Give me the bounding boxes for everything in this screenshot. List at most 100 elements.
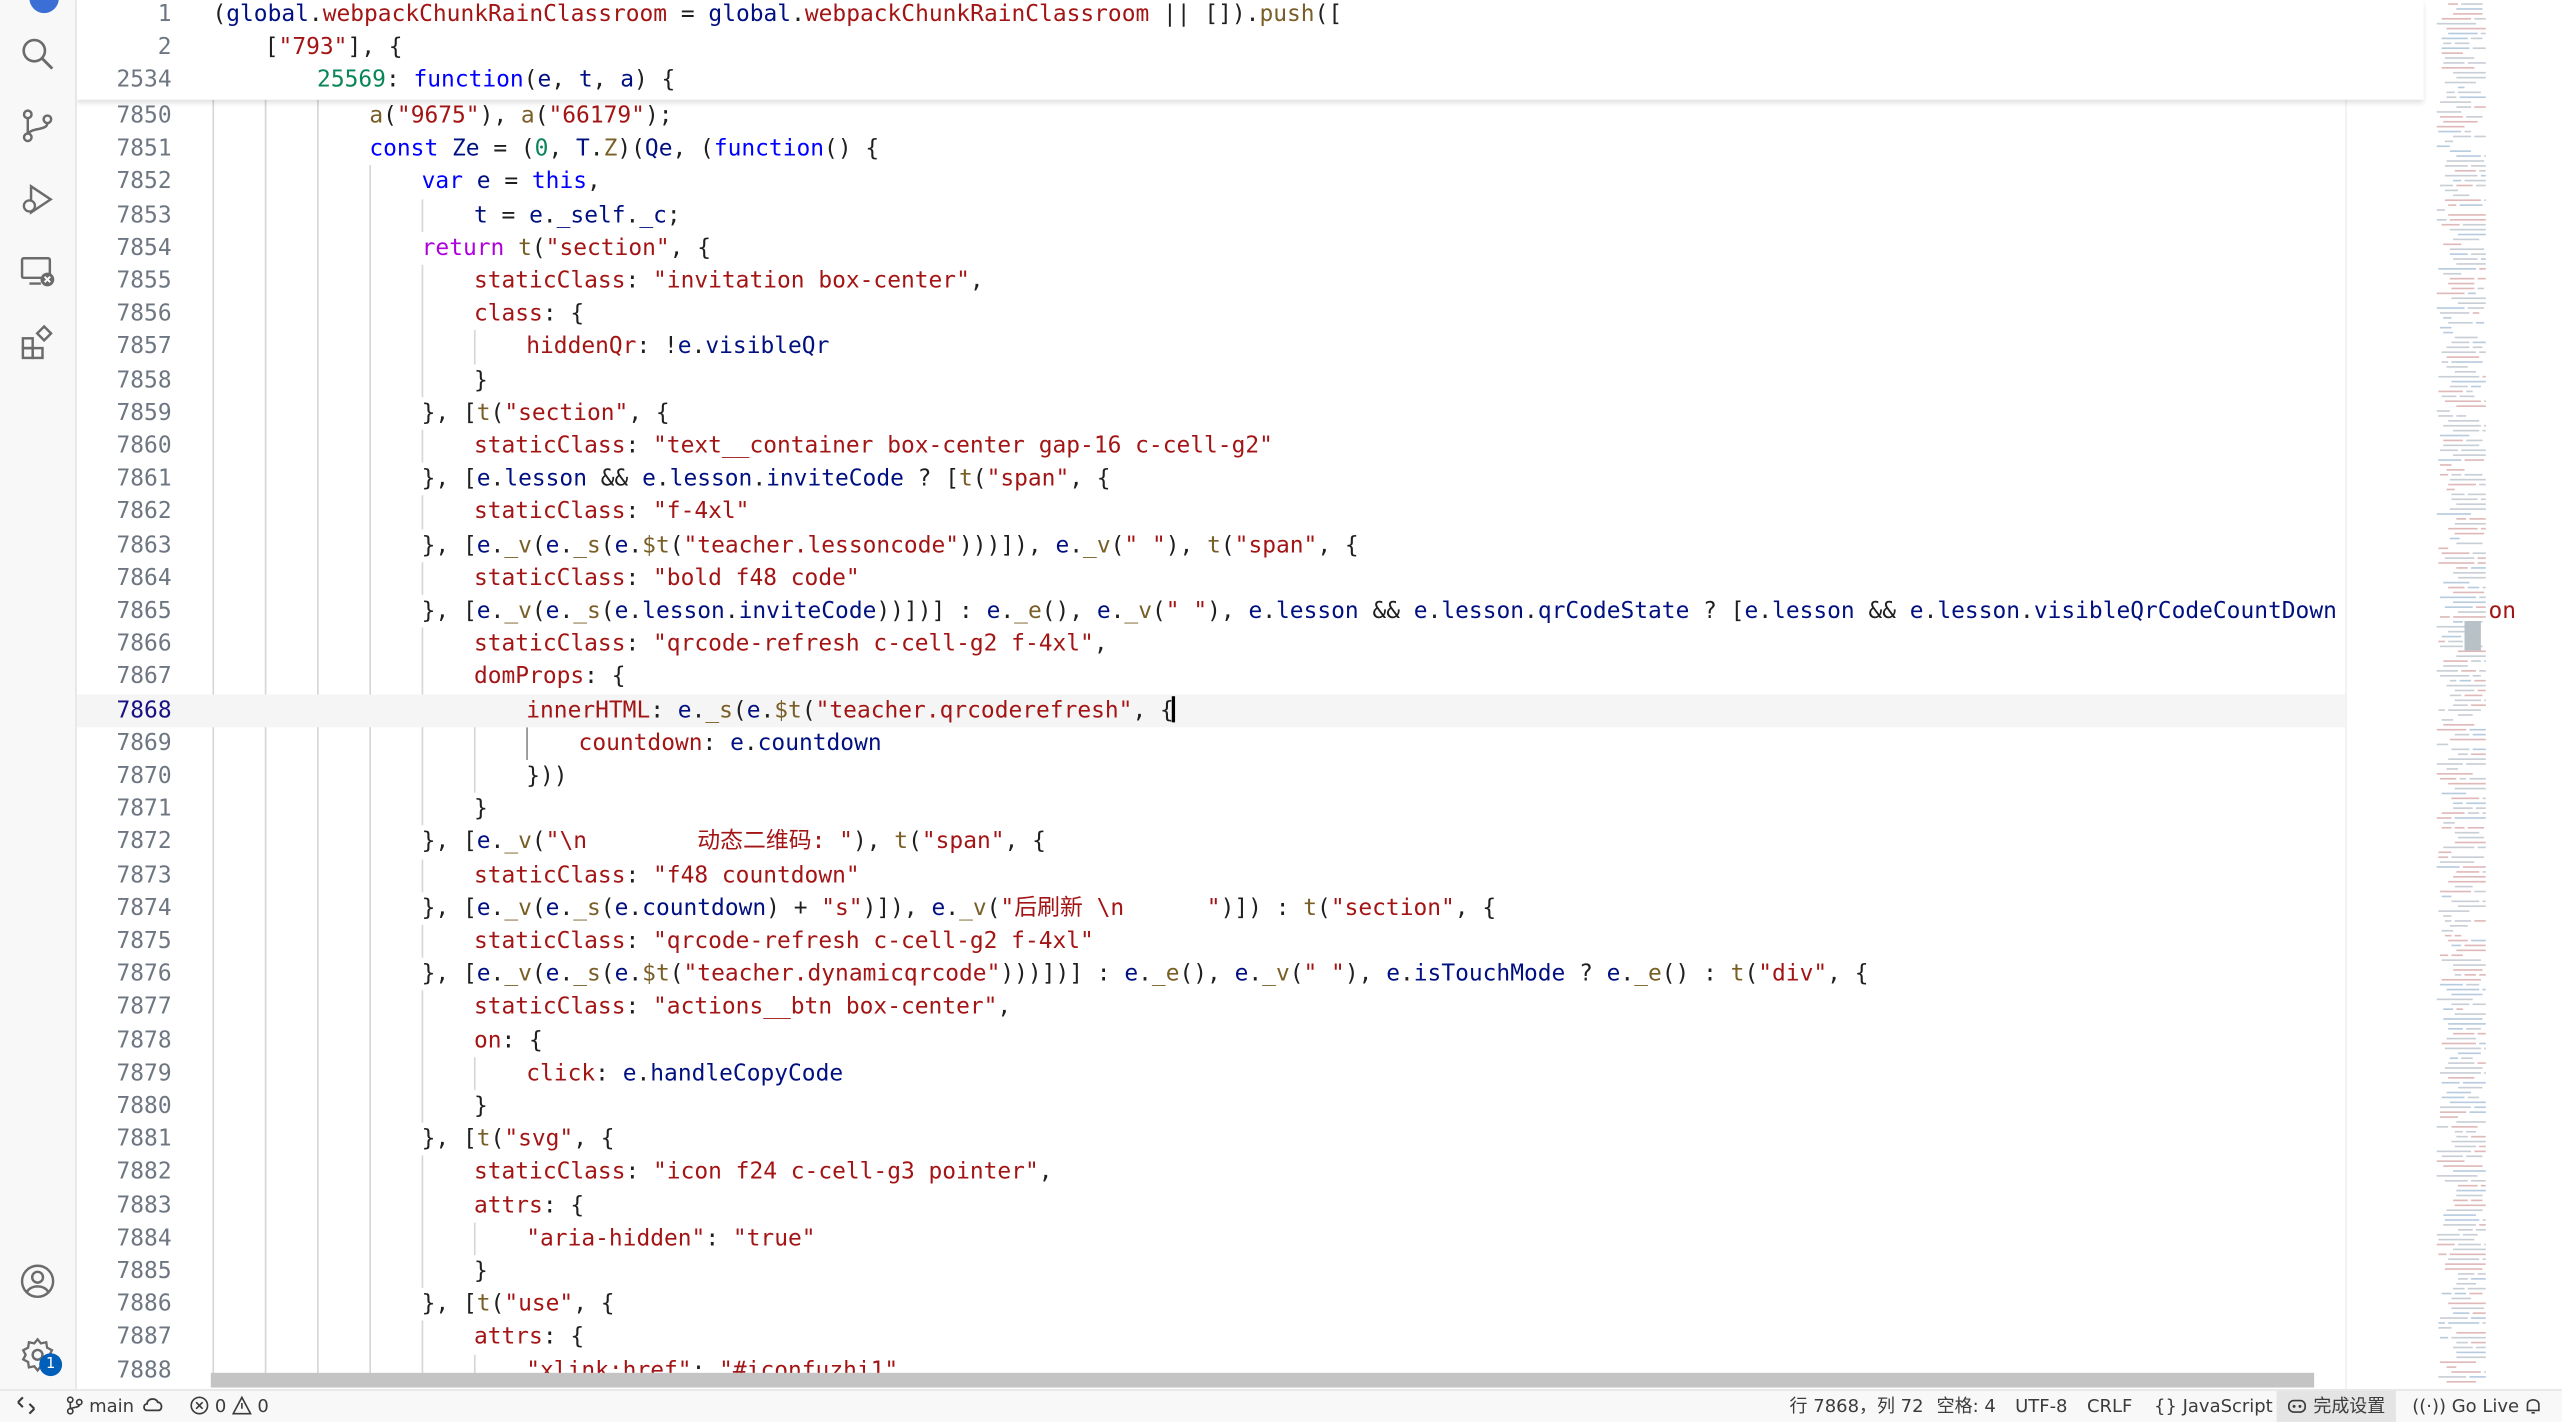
code-token: staticClass [473, 499, 626, 526]
code-line[interactable]: 7876}, [e._v(e._s(e.$t("teacher.dynamicq… [77, 958, 2424, 991]
source-control-icon[interactable] [18, 106, 57, 145]
code-line[interactable]: 7853 t = e._self._c; [77, 199, 2424, 232]
code-line[interactable]: 7857 hiddenQr: !e.visibleQr [77, 331, 2424, 364]
sticky-line[interactable]: 2 ["793"], { [77, 31, 2424, 64]
code-token: visibleQr [705, 334, 830, 361]
code-token: "section" [504, 400, 629, 427]
horizontal-scrollbar[interactable] [210, 1372, 2315, 1388]
remote-explorer-icon[interactable] [18, 252, 57, 291]
notifications-icon[interactable] [2523, 1391, 2543, 1422]
language-mode[interactable]: {} JavaScript [2154, 1391, 2273, 1422]
minimap-line [2443, 243, 2462, 246]
problems-status[interactable]: 0 0 [190, 1391, 269, 1422]
code-line[interactable]: 7850 a("9675"), a("66179"); [77, 100, 2424, 133]
search-icon[interactable] [18, 34, 57, 73]
code-line[interactable]: 7861}, [e.lesson && e.lesson.inviteCode … [77, 463, 2424, 496]
sync-icon[interactable] [142, 1391, 165, 1422]
minimap-line [2448, 483, 2476, 486]
copilot-status[interactable]: 完成设置 [2276, 1390, 2396, 1422]
code-token: : { [542, 1192, 585, 1219]
remote-icon[interactable] [16, 1391, 36, 1422]
code-line[interactable]: 7851 const Ze = (0, T.Z)(Qe, (function() … [77, 133, 2424, 166]
minimap-line [2449, 679, 2457, 682]
eol-status[interactable]: CRLF [2087, 1391, 2132, 1422]
minimap-line [2449, 537, 2460, 540]
code-line[interactable]: 7871} [77, 793, 2424, 826]
code-line[interactable]: 7882 staticClass: "icon f24 c-cell-g3 poi… [77, 1156, 2424, 1189]
minimap-line [2436, 292, 2465, 295]
minimap-line [2474, 1106, 2486, 1109]
code-token: "text__container box-center gap-16 c-cel… [653, 433, 1273, 460]
extensions-icon[interactable] [18, 324, 57, 363]
minimap-line [2446, 768, 2458, 770]
cursor-position[interactable]: 行 7868，列 72 [1790, 1391, 1924, 1422]
code-line[interactable]: 7885} [77, 1255, 2424, 1288]
sticky-line[interactable]: 1 (global.webpackChunkRainClassroom = glo… [77, 0, 2424, 31]
code-line[interactable]: 7872}, [e._v("\n 动态二维码: "), t("span", { [77, 826, 2424, 859]
minimap-line [2482, 812, 2486, 814]
code-line[interactable]: 7877 staticClass: "actions__btn box-cente… [77, 991, 2424, 1024]
code-line[interactable]: 7881}, [t("svg", { [77, 1123, 2424, 1156]
code-line[interactable]: 7875 staticClass: "qrcode-refresh c-cell-… [77, 925, 2424, 958]
minimap-line [2441, 52, 2463, 54]
minimap-line [2469, 518, 2486, 520]
minimap-slider[interactable] [2464, 621, 2481, 651]
code-line[interactable]: 7858} [77, 364, 2424, 397]
code-line[interactable]: 7865}, [e._v(e._s(e.lesson.inviteCode))]… [77, 595, 2516, 628]
minimap[interactable] [2345, 0, 2488, 1390]
code-line[interactable]: 7883 attrs: { [77, 1189, 2424, 1222]
minimap-line [2471, 704, 2486, 707]
code-line[interactable]: 7873 staticClass: "f48 countdown" [77, 859, 2424, 892]
code-token: ( [1744, 961, 1759, 988]
indentation-status[interactable]: 空格: 4 [1937, 1391, 1996, 1422]
code-line[interactable]: 7866 staticClass: "qrcode-refresh c-cell-… [77, 628, 2424, 661]
code-token: t [518, 235, 532, 262]
code-line[interactable]: 7884 "aria-hidden": "true" [77, 1222, 2424, 1255]
code-token: . [691, 697, 706, 724]
code-line[interactable]: 7859}, [t("section", { [77, 397, 2424, 430]
encoding-status[interactable]: UTF-8 [2015, 1391, 2067, 1422]
code-token: inviteCode [738, 598, 877, 625]
code-token: _v [1124, 598, 1152, 625]
code-line[interactable]: 7870})) [77, 760, 2424, 793]
code-line[interactable]: 7879 click: e.handleCopyCode [77, 1057, 2424, 1090]
account-icon[interactable] [18, 1262, 57, 1301]
run-debug-icon[interactable] [18, 180, 57, 219]
code-line[interactable]: 7874}, [e._v(e._s(e.countdown) + "s")]),… [77, 892, 2424, 925]
minimap-line [2441, 17, 2472, 20]
sticky-scroll-header[interactable]: 1 (global.webpackChunkRainClassroom = glo… [76, 0, 2424, 100]
minimap-line [2457, 753, 2468, 756]
go-live-button[interactable]: ((·)) Go Live [2412, 1391, 2519, 1422]
code-token: " " [1124, 532, 1166, 559]
minimap-line [2443, 272, 2462, 275]
code-line[interactable]: 7867 domProps: { [77, 661, 2424, 694]
code-line[interactable]: 7855 staticClass: "invitation box-center"… [77, 265, 2424, 298]
code-token: e [1096, 598, 1111, 625]
minimap-line [2443, 915, 2452, 917]
minimap-line [2438, 562, 2475, 564]
minimap-line [2449, 253, 2468, 255]
minimap-line [2441, 1155, 2463, 1158]
code-token: . [490, 829, 505, 856]
code-line[interactable]: 7852 var e = this, [77, 166, 2424, 199]
code-line[interactable]: 7862 staticClass: "f-4xl" [77, 496, 2424, 529]
branch-status[interactable]: main [65, 1391, 134, 1422]
code-line[interactable]: 7887 attrs: { [77, 1321, 2424, 1354]
code-line[interactable]: 7868 innerHTML: e._s(e.$t("teacher.qrcode… [76, 693, 2424, 727]
code-token: "teacher.qrcoderefresh" [815, 697, 1133, 724]
explorer-indicator[interactable] [29, 0, 59, 14]
code-editor[interactable]: 7850 a("9675"), a("66179"); 7851 const Ze =… [76, 0, 2562, 1389]
code-line[interactable]: 7856 class: { [77, 298, 2424, 331]
code-token: $t [642, 961, 670, 988]
code-line[interactable]: 7860 staticClass: "text__container box-ce… [77, 430, 2424, 463]
code-line[interactable]: 7886}, [t("use", { [77, 1288, 2424, 1321]
code-line[interactable]: 7878 on: { [77, 1024, 2424, 1057]
code-line[interactable]: 7880} [77, 1090, 2424, 1123]
minimap-line [2451, 1297, 2472, 1300]
code-line[interactable]: 7854 return t("section", { [77, 232, 2424, 265]
code-token: }, [ [421, 532, 477, 559]
code-line[interactable]: 7863}, [e._v(e._s(e.$t("teacher.lessonco… [77, 529, 2424, 562]
sticky-line[interactable]: 2534 25569: function(e, t, a) { [77, 64, 2424, 97]
code-line[interactable]: 7864 staticClass: "bold f48 code" [77, 562, 2424, 595]
code-line[interactable]: 7869 countdown: e.countdown [77, 727, 2424, 760]
